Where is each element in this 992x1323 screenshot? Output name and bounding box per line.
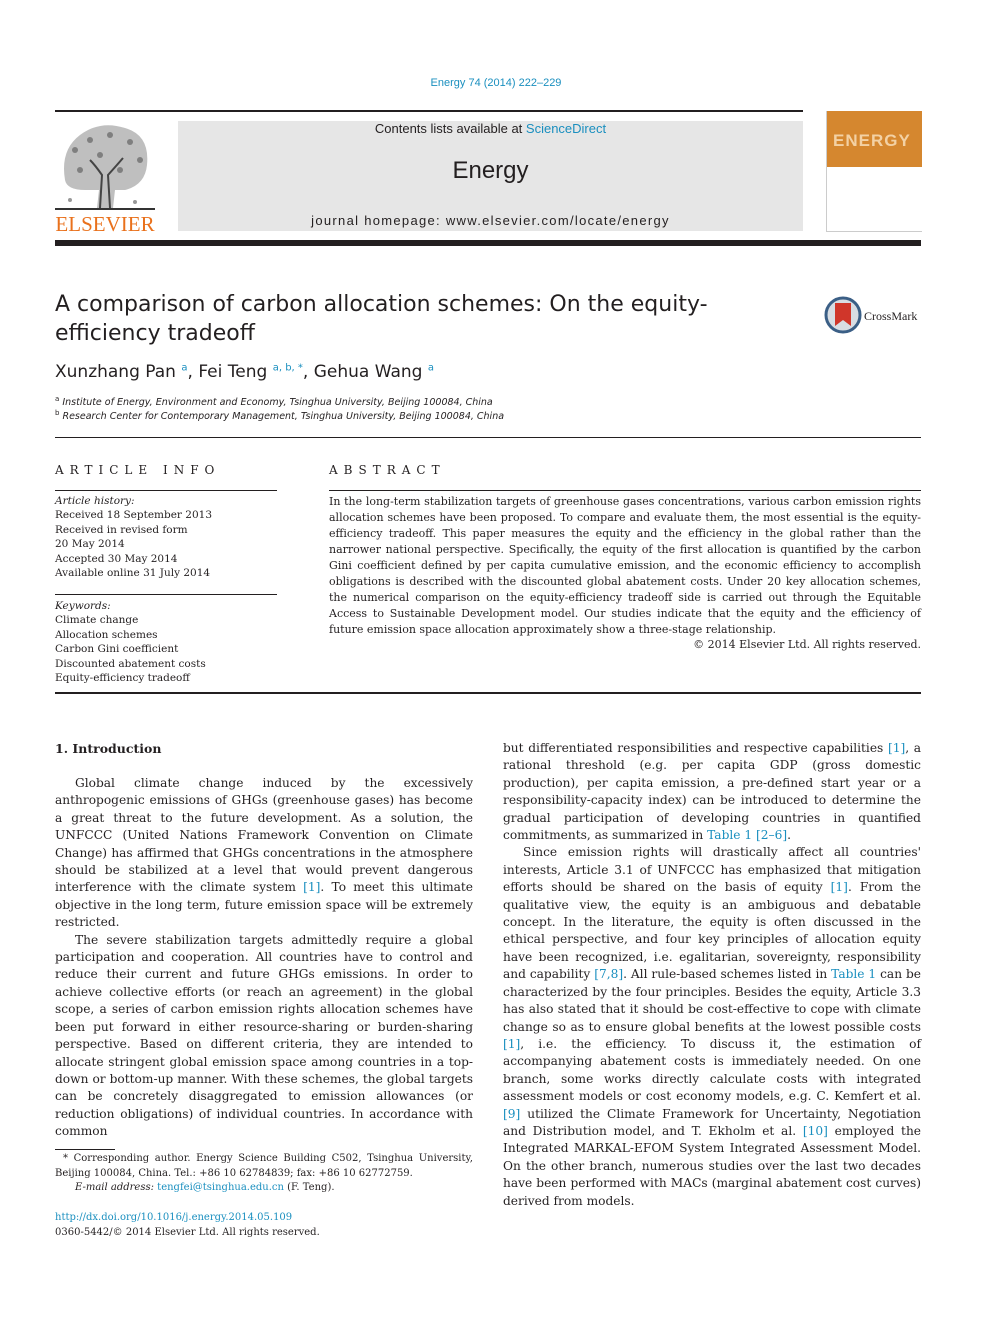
corresponding-author-note: * Corresponding author. Energy Science B… — [55, 1152, 473, 1196]
citation-link[interactable]: [10] — [803, 1124, 828, 1138]
header-top-rule — [55, 110, 803, 112]
section-divider — [55, 437, 921, 438]
article-history: Article history: Received 18 September 2… — [55, 494, 277, 580]
section-heading: 1. Introduction — [55, 741, 162, 756]
citation-link[interactable]: [1] — [831, 880, 848, 894]
elsevier-wordmark: ELSEVIER — [55, 212, 155, 236]
history-item: Accepted 30 May 2014 — [55, 552, 178, 565]
affiliation-text: Institute of Energy, Environment and Eco… — [62, 397, 493, 409]
crossmark-label: CrossMark — [864, 309, 917, 323]
body-text: but differentiated responsibilities and … — [503, 741, 888, 755]
left-column-text: Global climate change induced by the exc… — [55, 775, 473, 1141]
citation-link[interactable]: [1] — [303, 880, 320, 894]
cover-title: ENERGY — [833, 131, 911, 150]
author-affiliation-marker[interactable]: a, b, * — [273, 362, 303, 373]
sciencedirect-link[interactable]: ScienceDirect — [526, 121, 606, 136]
citation-link[interactable]: Table 1 — [707, 828, 752, 842]
body-text: , i.e. the efficiency. To discuss it, th… — [503, 1036, 921, 1104]
author-list: Xunzhang Pan a, Fei Teng a, b, *, Gehua … — [55, 362, 434, 382]
keyword: Discounted abatement costs — [55, 657, 206, 670]
author-name: Xunzhang Pan — [55, 362, 176, 382]
email-suffix: (F. Teng). — [283, 1182, 335, 1193]
info-rule — [55, 594, 277, 595]
keyword: Equity-efficiency tradeoff — [55, 672, 190, 685]
footnote-rule — [55, 1149, 115, 1150]
history-item: Received in revised form — [55, 523, 188, 536]
right-column-text: but differentiated responsibilities and … — [503, 740, 921, 1210]
body-paragraph: but differentiated responsibilities and … — [503, 740, 921, 844]
affiliation: b Research Center for Contemporary Manag… — [55, 409, 504, 422]
article-info-heading: ARTICLE INFO — [55, 463, 221, 477]
citation-link[interactable]: [1] — [503, 1037, 520, 1051]
keywords-label: Keywords: — [55, 600, 111, 612]
citation-link[interactable]: Table 1 — [831, 967, 876, 981]
history-label: Article history: — [55, 495, 135, 507]
affiliation: a Institute of Energy, Environment and E… — [55, 395, 493, 408]
email-label: E-mail address: — [75, 1182, 158, 1193]
section-divider — [55, 692, 921, 694]
info-rule — [55, 490, 277, 491]
body-paragraph: The severe stabilization targets admitte… — [55, 932, 473, 1141]
email-line: E-mail address: tengfei@tsinghua.edu.cn … — [55, 1181, 473, 1196]
keyword: Climate change — [55, 614, 139, 627]
doi-block: http://dx.doi.org/10.1016/j.energy.2014.… — [55, 1211, 473, 1240]
journal-reference-link[interactable]: Energy 74 (2014) 222–229 — [0, 77, 992, 89]
affiliation-marker: b — [55, 409, 60, 417]
body-text: . — [787, 828, 791, 843]
contents-prefix: Contents lists available at — [374, 121, 526, 136]
citation-link[interactable]: [9] — [503, 1107, 520, 1121]
keyword: Allocation schemes — [55, 628, 158, 641]
history-item: Available online 31 July 2014 — [55, 567, 211, 580]
author-name: Gehua Wang — [313, 362, 423, 382]
crossmark-button[interactable]: CrossMark — [824, 296, 922, 336]
abstract-copyright: © 2014 Elsevier Ltd. All rights reserved… — [693, 638, 921, 651]
journal-name: Energy — [452, 157, 529, 184]
issn-line: 0360-5442/© 2014 Elsevier Ltd. All right… — [55, 1226, 320, 1238]
keyword: Carbon Gini coefficient — [55, 643, 179, 656]
body-paragraph: Since emission rights will drastically a… — [503, 844, 921, 1210]
body-paragraph: Global climate change induced by the exc… — [55, 775, 473, 932]
contents-line: Contents lists available at ScienceDirec… — [178, 121, 803, 136]
body-text: The severe stabilization targets admitte… — [55, 932, 473, 1139]
journal-homepage[interactable]: journal homepage: www.elsevier.com/locat… — [178, 213, 803, 228]
email-link[interactable]: tengfei@tsinghua.edu.cn — [157, 1182, 284, 1193]
history-item: 20 May 2014 — [55, 538, 125, 551]
citation-link[interactable]: [2–6] — [756, 828, 787, 842]
body-text: . All rule-based schemes listed in — [623, 967, 832, 982]
author-name: Fei Teng — [198, 362, 268, 382]
author-affiliation-marker[interactable]: a — [181, 362, 187, 373]
history-item: Received 18 September 2013 — [55, 509, 213, 522]
keywords: Keywords: Climate change Allocation sche… — [55, 599, 277, 685]
body-text: Global climate change induced by the exc… — [55, 776, 473, 895]
doi-link[interactable]: http://dx.doi.org/10.1016/j.energy.2014.… — [55, 1211, 473, 1226]
affiliation-text: Research Center for Contemporary Managem… — [62, 411, 505, 423]
citation-link[interactable]: [7,8] — [594, 967, 623, 981]
body-text: , a rational threshold (e.g. per capita … — [503, 741, 921, 843]
abstract-heading: ABSTRACT — [329, 463, 446, 477]
citation-link[interactable]: [1] — [888, 741, 905, 755]
author-affiliation-marker[interactable]: a — [428, 362, 434, 373]
abstract-rule — [329, 490, 921, 491]
affiliation-marker: a — [55, 395, 60, 403]
cover-banner: ENERGY — [827, 111, 922, 167]
journal-cover-image: ENERGY — [826, 111, 922, 232]
header-bottom-rule — [55, 240, 921, 246]
corresponding-text: * Corresponding author. Energy Science B… — [55, 1153, 473, 1179]
abstract-text: In the long-term stabilization targets o… — [329, 495, 921, 636]
article-title: A comparison of carbon allocation scheme… — [55, 292, 708, 346]
